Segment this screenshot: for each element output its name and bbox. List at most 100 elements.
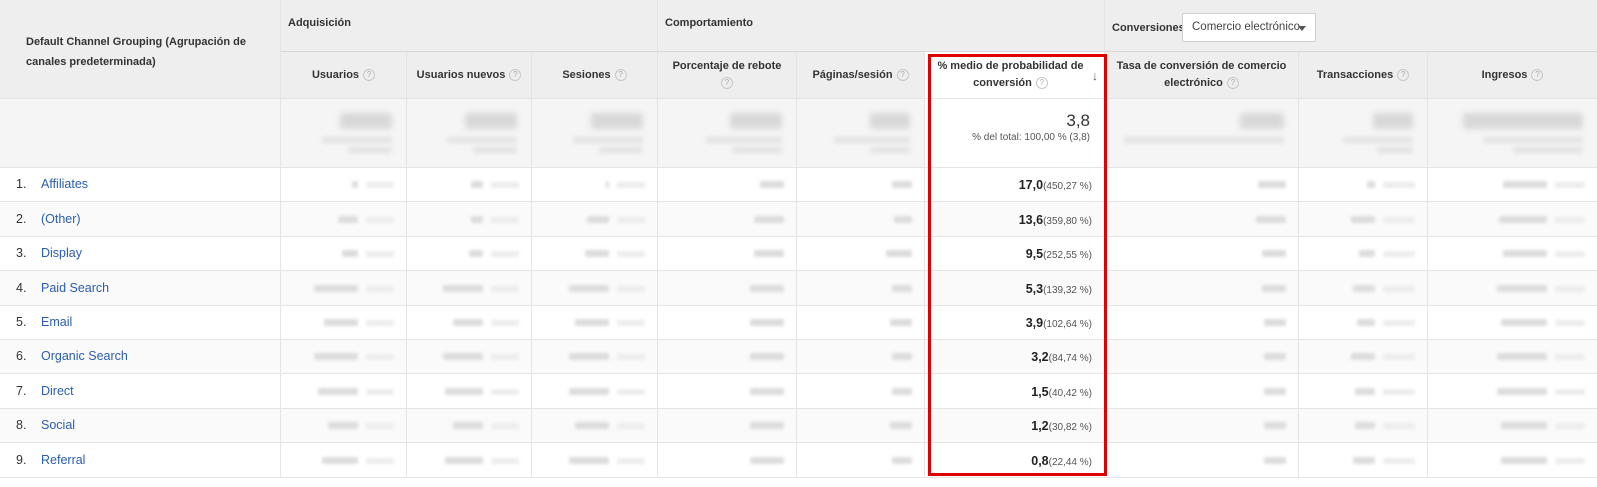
help-icon[interactable]: ?	[896, 69, 909, 81]
redacted-value	[445, 457, 483, 464]
redacted-percent	[1555, 458, 1585, 464]
group-label-comportamiento: Comportamiento	[665, 17, 753, 29]
row-rank: 8.	[16, 418, 27, 432]
conv-prob-cell: 1,5(40,42 %)	[925, 374, 1105, 409]
redacted-percent	[491, 251, 519, 257]
redacted-percent	[491, 458, 519, 464]
redacted-percent	[1383, 354, 1415, 360]
help-icon[interactable]: ?	[363, 69, 376, 81]
redacted-value	[1262, 250, 1286, 257]
redacted-metric-cell	[1428, 271, 1597, 306]
channel-link[interactable]: Social	[41, 418, 75, 432]
conv-prob-cell: 9,5(252,55 %)	[925, 237, 1105, 271]
redacted-metric-cell	[407, 443, 532, 478]
redacted-percent	[366, 182, 394, 188]
redacted-percent	[366, 458, 394, 464]
redacted-value	[892, 181, 912, 188]
col-header-porcentaje-rebote[interactable]: Porcentaje de rebote?	[658, 52, 797, 99]
redacted-metric-cell	[658, 443, 797, 478]
redacted-metric-cell	[407, 237, 532, 271]
conv-prob-cell: 13,6(359,80 %)	[925, 202, 1105, 237]
redacted-metric-cell	[1299, 443, 1428, 478]
help-icon[interactable]: ?	[614, 69, 627, 81]
redacted-metric-cell	[1428, 409, 1597, 443]
redacted-subtext	[348, 147, 392, 153]
help-icon[interactable]: ?	[1531, 69, 1544, 81]
sort-descending-icon[interactable]: ↓	[1092, 68, 1098, 85]
redacted-value	[569, 285, 609, 292]
totals-conv-prob-subtext: % del total: 100,00 % (3,8)	[972, 132, 1090, 143]
redacted-value	[1463, 113, 1583, 129]
conv-prob-value: 9,5(252,55 %)	[1025, 247, 1092, 261]
channel-link[interactable]: Referral	[41, 453, 85, 467]
redacted-percent	[1555, 354, 1585, 360]
channel-link[interactable]: Direct	[41, 384, 74, 398]
redacted-value	[750, 353, 784, 360]
group-header-adquisicion: Adquisición	[281, 0, 658, 52]
redacted-value	[754, 250, 784, 257]
redacted-value	[892, 353, 912, 360]
table-row: 7. Direct	[0, 374, 281, 409]
redacted-metric-cell	[407, 409, 532, 443]
help-icon[interactable]: ?	[720, 77, 733, 90]
redacted-percent	[617, 217, 645, 223]
channel-link[interactable]: Email	[41, 315, 72, 329]
redacted-value	[1353, 457, 1375, 464]
redacted-subtext	[870, 147, 910, 153]
channel-link[interactable]: Paid Search	[41, 281, 109, 295]
redacted-subtext	[322, 137, 392, 143]
redacted-value	[1501, 422, 1547, 429]
channel-link[interactable]: Display	[41, 246, 82, 260]
conv-prob-value: 13,6(359,80 %)	[1018, 213, 1092, 227]
help-icon[interactable]: ?	[509, 69, 522, 81]
col-header-transacciones[interactable]: Transacciones?	[1299, 52, 1428, 99]
col-header-usuarios-nuevos[interactable]: Usuarios nuevos?	[407, 52, 532, 99]
redacted-percent	[491, 389, 519, 395]
redacted-value	[469, 250, 483, 257]
channel-link[interactable]: (Other)	[41, 212, 81, 226]
redacted-metric-cell	[1299, 409, 1428, 443]
col-header-conv-prob[interactable]: % medio de probabilidad de conversión? ↓	[925, 52, 1105, 99]
dimension-header[interactable]: Default Channel Grouping (Agrupación de …	[0, 0, 281, 99]
redacted-metric-cell	[658, 306, 797, 340]
redacted-metric-cell	[1428, 168, 1597, 202]
redacted-value	[750, 388, 784, 395]
totals-ingresos	[1428, 99, 1597, 168]
group-header-conversiones: Conversiones	[1105, 0, 1597, 52]
help-icon[interactable]: ?	[1226, 77, 1239, 90]
redacted-subtext	[1513, 147, 1583, 153]
redacted-percent	[491, 182, 519, 188]
col-header-ingresos[interactable]: Ingresos?	[1428, 52, 1597, 99]
group-label-conversiones: Conversiones	[1112, 22, 1185, 34]
col-header-usuarios[interactable]: Usuarios?	[281, 52, 407, 99]
help-icon[interactable]: ?	[1035, 77, 1048, 90]
redacted-value	[1264, 353, 1286, 360]
col-header-sesiones[interactable]: Sesiones?	[532, 52, 658, 99]
conversion-type-select[interactable]: Comercio electrónico	[1182, 13, 1316, 42]
col-label-paginas-sesion: Páginas/sesión	[812, 68, 893, 81]
col-header-paginas-sesion[interactable]: Páginas/sesión?	[797, 52, 925, 99]
redacted-value	[1373, 113, 1413, 129]
redacted-value	[471, 181, 483, 188]
totals-transacciones	[1299, 99, 1428, 168]
table-row: 1. Affiliates	[0, 168, 281, 202]
redacted-metric-cell	[658, 202, 797, 237]
redacted-value	[750, 457, 784, 464]
redacted-percent	[617, 389, 645, 395]
channel-link[interactable]: Organic Search	[41, 349, 128, 363]
col-label-ingresos: Ingresos	[1481, 68, 1528, 81]
table-row: 9. Referral	[0, 443, 281, 478]
redacted-metric-cell	[1105, 168, 1299, 202]
redacted-subtext	[599, 147, 643, 153]
col-header-tasa-conv[interactable]: Tasa de conversión de comercio electróni…	[1105, 52, 1299, 99]
channel-link[interactable]: Affiliates	[41, 177, 88, 191]
redacted-value	[1353, 285, 1375, 292]
redacted-value	[606, 181, 609, 188]
redacted-metric-cell	[1105, 409, 1299, 443]
redacted-value	[890, 319, 912, 326]
redacted-value	[318, 388, 358, 395]
totals-usuarios	[281, 99, 407, 168]
conv-prob-cell: 5,3(139,32 %)	[925, 271, 1105, 306]
redacted-percent	[617, 458, 645, 464]
help-icon[interactable]: ?	[1397, 69, 1410, 81]
